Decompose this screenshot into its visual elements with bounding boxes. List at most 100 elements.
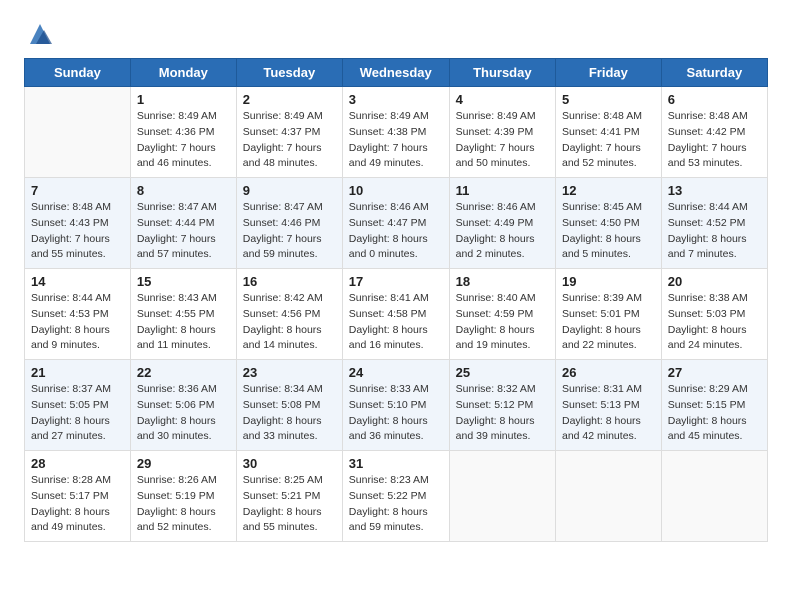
calendar-day-cell: 16Sunrise: 8:42 AMSunset: 4:56 PMDayligh… xyxy=(236,269,342,360)
day-number: 31 xyxy=(349,456,443,471)
day-info: Sunrise: 8:47 AMSunset: 4:44 PMDaylight:… xyxy=(137,200,230,263)
day-number: 16 xyxy=(243,274,336,289)
calendar-day-cell: 24Sunrise: 8:33 AMSunset: 5:10 PMDayligh… xyxy=(342,360,449,451)
day-number: 20 xyxy=(668,274,761,289)
calendar-day-cell: 28 Sunrise: 8:28 AMSunset: 5:17 PMDayligh… xyxy=(25,451,131,542)
day-number: 5 xyxy=(562,92,655,107)
calendar-day-cell: 7 Sunrise: 8:48 AMSunset: 4:43 PMDaylight… xyxy=(25,178,131,269)
day-info: Sunrise: 8:37 AMSunset: 5:05 PMDaylight:… xyxy=(31,382,124,445)
day-info: Sunrise: 8:48 AMSunset: 4:43 PMDaylight:… xyxy=(31,200,124,263)
calendar-day-cell xyxy=(25,87,131,178)
day-number: 26 xyxy=(562,365,655,380)
calendar-day-cell: 27 Sunrise: 8:29 AMSunset: 5:15 PMDayligh… xyxy=(661,360,767,451)
day-number: 7 xyxy=(31,183,124,198)
calendar-week-row: 21 Sunrise: 8:37 AMSunset: 5:05 PMDayligh… xyxy=(25,360,768,451)
day-number: 28 xyxy=(31,456,124,471)
day-info: Sunrise: 8:41 AMSunset: 4:58 PMDaylight:… xyxy=(349,291,443,354)
day-number: 19 xyxy=(562,274,655,289)
calendar-week-row: 28 Sunrise: 8:28 AMSunset: 5:17 PMDayligh… xyxy=(25,451,768,542)
calendar-day-cell: 19 Sunrise: 8:39 AMSunset: 5:01 PMDayligh… xyxy=(555,269,661,360)
calendar-col-header: Saturday xyxy=(661,59,767,87)
day-number: 18 xyxy=(456,274,549,289)
day-info: Sunrise: 8:43 AMSunset: 4:55 PMDaylight:… xyxy=(137,291,230,354)
calendar-day-cell: 14 Sunrise: 8:44 AMSunset: 4:53 PMDayligh… xyxy=(25,269,131,360)
day-info: Sunrise: 8:36 AMSunset: 5:06 PMDaylight:… xyxy=(137,382,230,445)
calendar-day-cell xyxy=(449,451,555,542)
calendar-day-cell xyxy=(661,451,767,542)
day-info: Sunrise: 8:44 AMSunset: 4:53 PMDaylight:… xyxy=(31,291,124,354)
calendar-day-cell: 2 Sunrise: 8:49 AMSunset: 4:37 PMDaylight… xyxy=(236,87,342,178)
calendar-day-cell: 3 Sunrise: 8:49 AMSunset: 4:38 PMDaylight… xyxy=(342,87,449,178)
day-info: Sunrise: 8:32 AMSunset: 5:12 PMDaylight:… xyxy=(456,382,549,445)
day-number: 21 xyxy=(31,365,124,380)
calendar-col-header: Wednesday xyxy=(342,59,449,87)
day-number: 3 xyxy=(349,92,443,107)
day-info: Sunrise: 8:44 AMSunset: 4:52 PMDaylight:… xyxy=(668,200,761,263)
day-info: Sunrise: 8:33 AMSunset: 5:10 PMDaylight:… xyxy=(349,382,443,445)
day-number: 4 xyxy=(456,92,549,107)
day-number: 29 xyxy=(137,456,230,471)
day-info: Sunrise: 8:25 AMSunset: 5:21 PMDaylight:… xyxy=(243,473,336,536)
logo-icon xyxy=(26,20,54,48)
day-info: Sunrise: 8:26 AMSunset: 5:19 PMDaylight:… xyxy=(137,473,230,536)
calendar-day-cell: 20Sunrise: 8:38 AMSunset: 5:03 PMDayligh… xyxy=(661,269,767,360)
calendar-week-row: 14 Sunrise: 8:44 AMSunset: 4:53 PMDayligh… xyxy=(25,269,768,360)
calendar-col-header: Friday xyxy=(555,59,661,87)
calendar-day-cell: 15 Sunrise: 8:43 AMSunset: 4:55 PMDayligh… xyxy=(130,269,236,360)
calendar-week-row: 7 Sunrise: 8:48 AMSunset: 4:43 PMDaylight… xyxy=(25,178,768,269)
day-info: Sunrise: 8:49 AMSunset: 4:36 PMDaylight:… xyxy=(137,109,230,172)
calendar-day-cell: 5 Sunrise: 8:48 AMSunset: 4:41 PMDaylight… xyxy=(555,87,661,178)
day-info: Sunrise: 8:46 AMSunset: 4:49 PMDaylight:… xyxy=(456,200,549,263)
calendar-day-cell: 22 Sunrise: 8:36 AMSunset: 5:06 PMDayligh… xyxy=(130,360,236,451)
day-info: Sunrise: 8:29 AMSunset: 5:15 PMDaylight:… xyxy=(668,382,761,445)
calendar-day-cell: 9 Sunrise: 8:47 AMSunset: 4:46 PMDaylight… xyxy=(236,178,342,269)
day-info: Sunrise: 8:46 AMSunset: 4:47 PMDaylight:… xyxy=(349,200,443,263)
calendar-day-cell: 29 Sunrise: 8:26 AMSunset: 5:19 PMDayligh… xyxy=(130,451,236,542)
calendar-day-cell: 25 Sunrise: 8:32 AMSunset: 5:12 PMDayligh… xyxy=(449,360,555,451)
day-info: Sunrise: 8:49 AMSunset: 4:39 PMDaylight:… xyxy=(456,109,549,172)
day-info: Sunrise: 8:45 AMSunset: 4:50 PMDaylight:… xyxy=(562,200,655,263)
day-info: Sunrise: 8:48 AMSunset: 4:41 PMDaylight:… xyxy=(562,109,655,172)
calendar-day-cell: 6 Sunrise: 8:48 AMSunset: 4:42 PMDaylight… xyxy=(661,87,767,178)
day-number: 1 xyxy=(137,92,230,107)
calendar-day-cell: 4 Sunrise: 8:49 AMSunset: 4:39 PMDaylight… xyxy=(449,87,555,178)
day-number: 11 xyxy=(456,183,549,198)
calendar-day-cell: 12 Sunrise: 8:45 AMSunset: 4:50 PMDayligh… xyxy=(555,178,661,269)
calendar-week-row: 1 Sunrise: 8:49 AMSunset: 4:36 PMDaylight… xyxy=(25,87,768,178)
calendar-day-cell: 26 Sunrise: 8:31 AMSunset: 5:13 PMDayligh… xyxy=(555,360,661,451)
day-info: Sunrise: 8:49 AMSunset: 4:38 PMDaylight:… xyxy=(349,109,443,172)
day-info: Sunrise: 8:48 AMSunset: 4:42 PMDaylight:… xyxy=(668,109,761,172)
calendar-col-header: Thursday xyxy=(449,59,555,87)
day-number: 14 xyxy=(31,274,124,289)
day-info: Sunrise: 8:31 AMSunset: 5:13 PMDaylight:… xyxy=(562,382,655,445)
calendar-day-cell: 11 Sunrise: 8:46 AMSunset: 4:49 PMDayligh… xyxy=(449,178,555,269)
day-number: 17 xyxy=(349,274,443,289)
calendar-table: SundayMondayTuesdayWednesdayThursdayFrid… xyxy=(24,58,768,542)
day-number: 15 xyxy=(137,274,230,289)
day-number: 6 xyxy=(668,92,761,107)
calendar-col-header: Monday xyxy=(130,59,236,87)
calendar-col-header: Tuesday xyxy=(236,59,342,87)
calendar-day-cell: 13Sunrise: 8:44 AMSunset: 4:52 PMDayligh… xyxy=(661,178,767,269)
calendar-col-header: Sunday xyxy=(25,59,131,87)
day-info: Sunrise: 8:39 AMSunset: 5:01 PMDaylight:… xyxy=(562,291,655,354)
day-info: Sunrise: 8:47 AMSunset: 4:46 PMDaylight:… xyxy=(243,200,336,263)
day-number: 27 xyxy=(668,365,761,380)
day-info: Sunrise: 8:23 AMSunset: 5:22 PMDaylight:… xyxy=(349,473,443,536)
day-number: 9 xyxy=(243,183,336,198)
day-info: Sunrise: 8:34 AMSunset: 5:08 PMDaylight:… xyxy=(243,382,336,445)
day-number: 22 xyxy=(137,365,230,380)
day-number: 12 xyxy=(562,183,655,198)
day-number: 10 xyxy=(349,183,443,198)
day-number: 23 xyxy=(243,365,336,380)
calendar-day-cell: 10 Sunrise: 8:46 AMSunset: 4:47 PMDayligh… xyxy=(342,178,449,269)
day-info: Sunrise: 8:40 AMSunset: 4:59 PMDaylight:… xyxy=(456,291,549,354)
day-info: Sunrise: 8:28 AMSunset: 5:17 PMDaylight:… xyxy=(31,473,124,536)
calendar-day-cell: 1 Sunrise: 8:49 AMSunset: 4:36 PMDaylight… xyxy=(130,87,236,178)
day-info: Sunrise: 8:49 AMSunset: 4:37 PMDaylight:… xyxy=(243,109,336,172)
day-number: 8 xyxy=(137,183,230,198)
calendar-day-cell: 17 Sunrise: 8:41 AMSunset: 4:58 PMDayligh… xyxy=(342,269,449,360)
day-number: 2 xyxy=(243,92,336,107)
day-number: 25 xyxy=(456,365,549,380)
calendar-day-cell xyxy=(555,451,661,542)
